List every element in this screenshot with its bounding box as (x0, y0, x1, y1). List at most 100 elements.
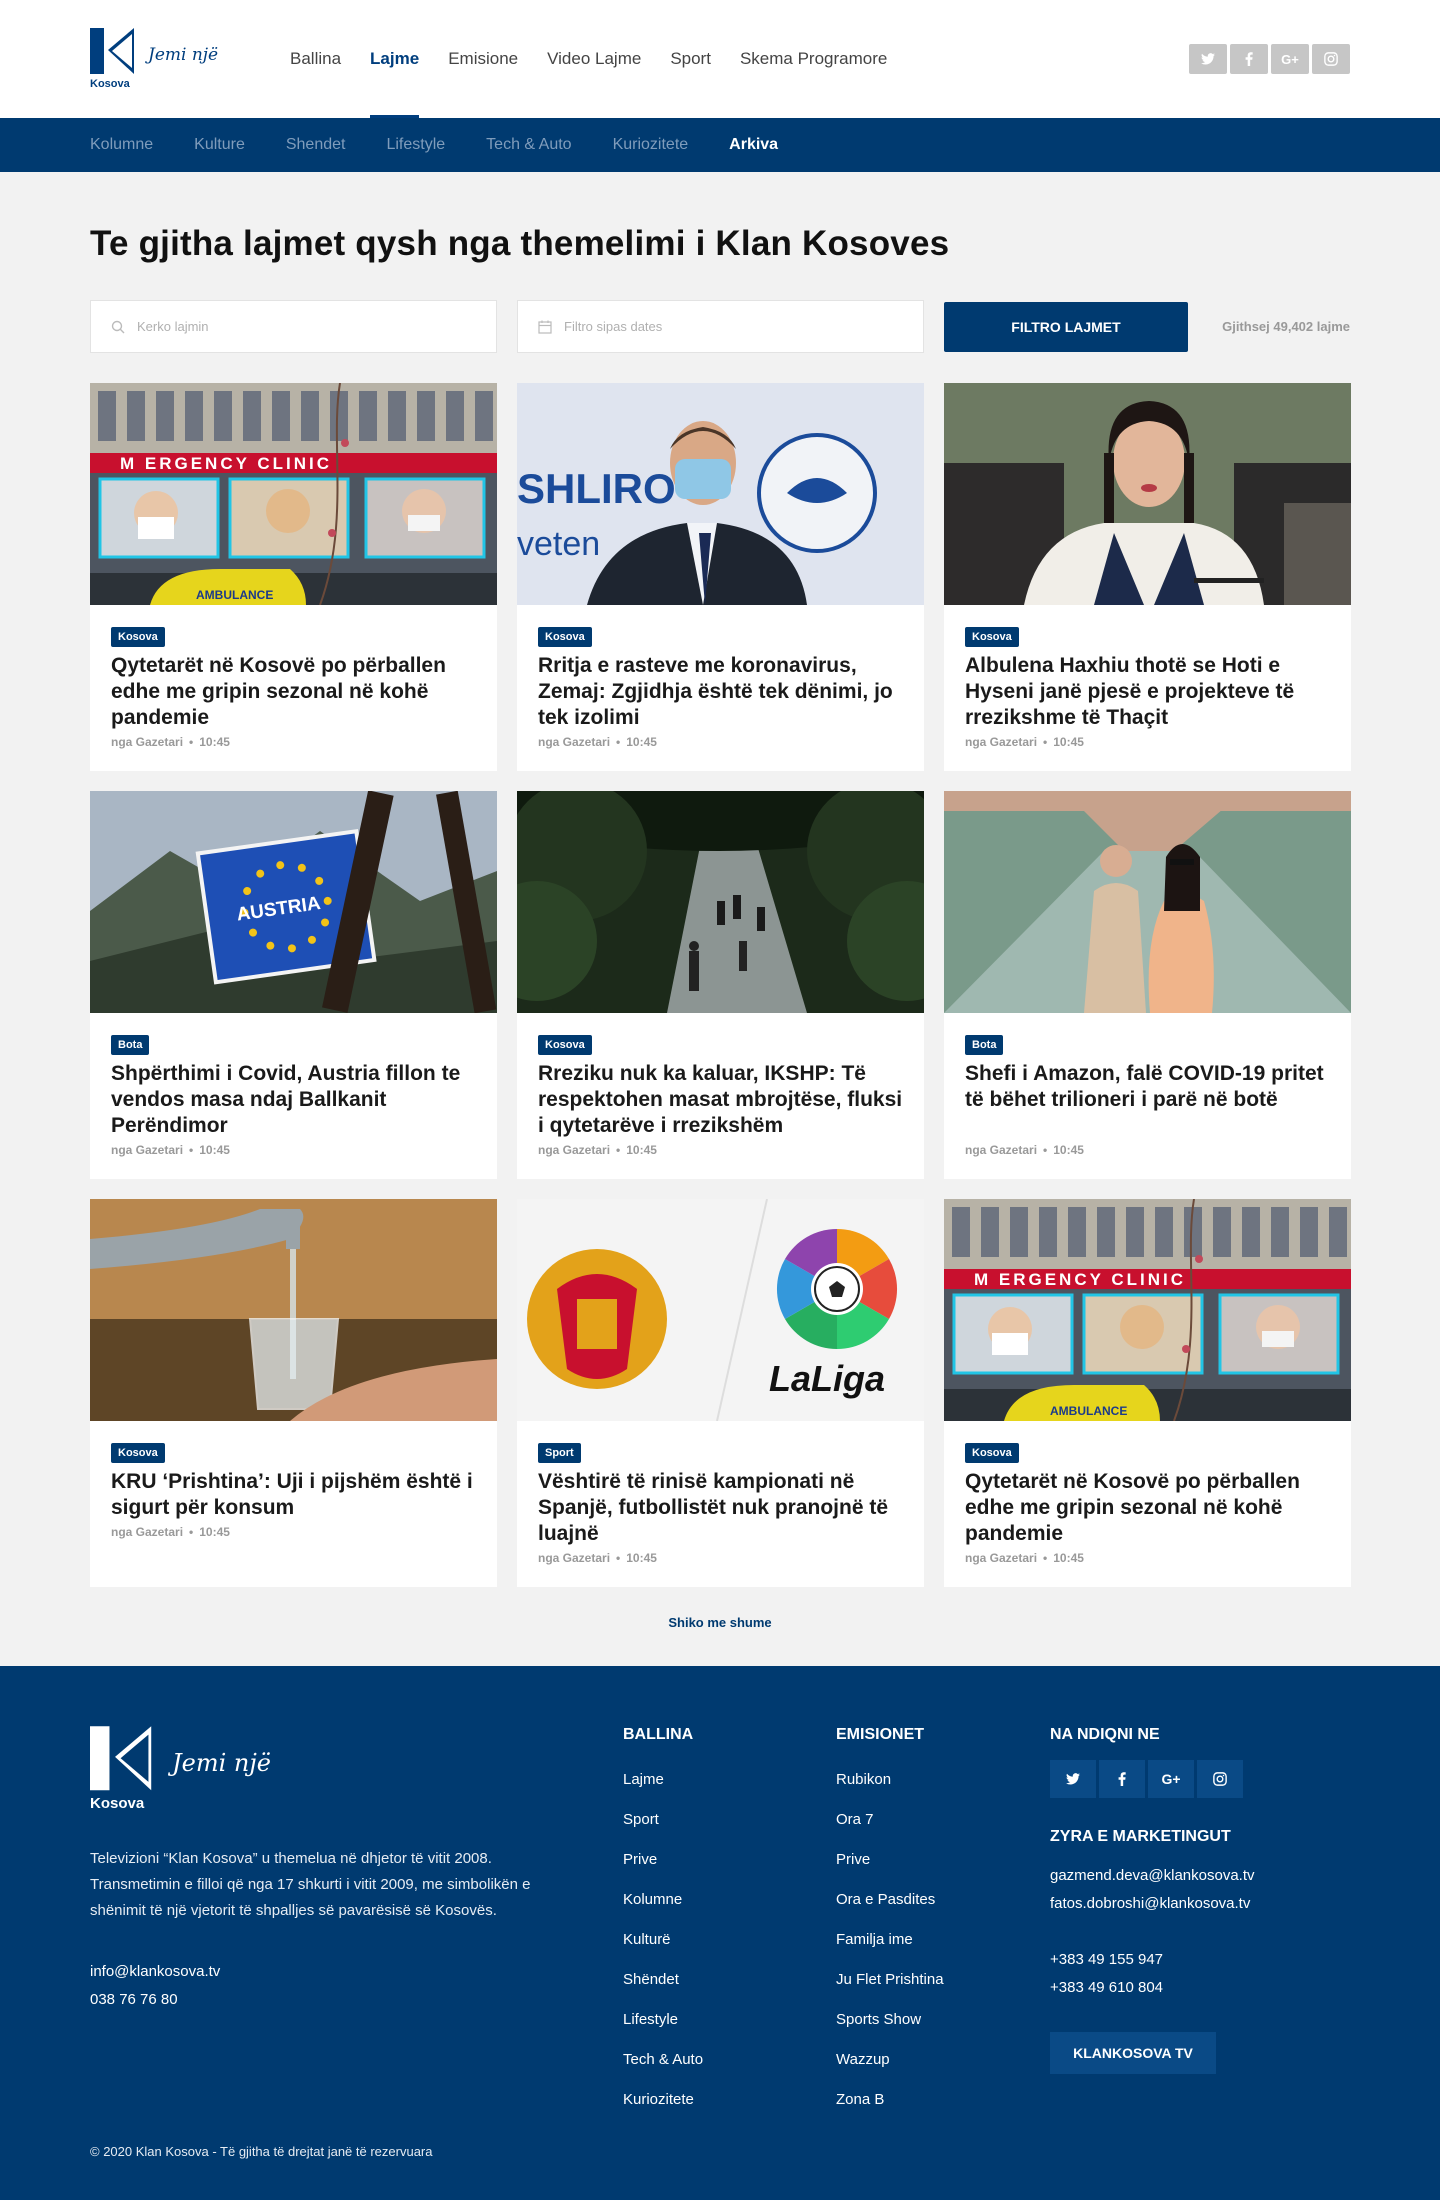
nav-item-emisione[interactable]: Emisione (448, 0, 518, 118)
news-card[interactable]: Kosova KRU ‘Prishtina’: Uji i pijshëm ës… (90, 1199, 497, 1587)
filter-news-button[interactable]: FILTRO LAJMET (944, 301, 1188, 352)
news-card-meta: nga Gazetari • 10:45 (965, 1551, 1084, 1565)
subnav-item-kuriozitete[interactable]: Kuriozitete (613, 136, 689, 154)
footer-link-wazzup[interactable]: Wazzup (836, 2040, 944, 2080)
footer-col-ballina-title[interactable]: BALLINA (623, 1726, 703, 1748)
news-card-title[interactable]: Vështirë të rinisë kampionati në Spanjë,… (538, 1469, 903, 1547)
news-card-title[interactable]: Rreziku nuk ka kaluar, IKSHP: Të respekt… (538, 1061, 903, 1139)
footer-follow-title: NA NDIQNI NE (1050, 1726, 1160, 1743)
nav-item-lajme[interactable]: Lajme (370, 0, 420, 118)
footer-link-rubikon[interactable]: Rubikon (836, 1760, 944, 1800)
footer-link-kuriozitete[interactable]: Kuriozitete (623, 2080, 703, 2120)
twitter-icon[interactable] (1189, 44, 1227, 74)
category-badge[interactable]: Kosova (965, 627, 1019, 647)
footer-link-sport[interactable]: Sport (623, 1800, 703, 1840)
footer-link-kolumne[interactable]: Kolumne (623, 1880, 703, 1920)
footer-link-kultur-[interactable]: Kulturë (623, 1920, 703, 1960)
nav-item-skema-programore[interactable]: Skema Programore (740, 0, 887, 118)
nav-item-ballina[interactable]: Ballina (290, 0, 341, 118)
instagram-icon[interactable] (1312, 44, 1350, 74)
site-header: Kosova Jemi një Ballina Lajme Emisione Vide… (0, 0, 1440, 118)
news-card-author: nga Gazetari (111, 1525, 184, 1539)
nav-item-video-lajme[interactable]: Video Lajme (547, 0, 641, 118)
site-logo[interactable]: Kosova Jemi një (90, 27, 290, 91)
news-card[interactable]: M ERGENCY CLINIC AMBULANCE Kosova Qyteta… (90, 383, 497, 771)
news-card[interactable]: LaLiga Sport Vështirë të rinisë kampiona… (517, 1199, 924, 1587)
twitter-icon[interactable] (1050, 1760, 1096, 1798)
news-card[interactable]: Bota Shefi i Amazon, falë COVID-19 prite… (944, 791, 1351, 1179)
news-card-image[interactable]: M ERGENCY CLINIC AMBULANCE (944, 1199, 1351, 1421)
subnav-item-arkiva[interactable]: Arkiva (729, 136, 778, 154)
footer-link-familja-ime[interactable]: Familja ime (836, 1920, 944, 1960)
news-card[interactable]: M ERGENCY CLINIC AMBULANCE Kosova Qyteta… (944, 1199, 1351, 1587)
subnav-item-shendet[interactable]: Shendet (286, 136, 346, 154)
news-card-image[interactable]: M ERGENCY CLINIC AMBULANCE (90, 383, 497, 605)
news-card-title[interactable]: Shefi i Amazon, falë COVID-19 pritet të … (965, 1061, 1330, 1113)
category-badge[interactable]: Kosova (111, 627, 165, 647)
show-more-link[interactable]: Shiko me shume (90, 1615, 1350, 1630)
news-card[interactable]: AUSTRIA Bota Shpërthimi i Covid, Austria… (90, 791, 497, 1179)
nav-item-sport[interactable]: Sport (670, 0, 711, 118)
category-badge[interactable]: Bota (965, 1035, 1004, 1055)
google-plus-icon[interactable]: G+ (1148, 1760, 1194, 1798)
subnav-item-tech-auto[interactable]: Tech & Auto (486, 136, 571, 154)
news-card[interactable]: SHLIRO veten Kosova Rritja e rasteve me … (517, 383, 924, 771)
news-card-image[interactable] (517, 791, 924, 1013)
main-navigation: Ballina Lajme Emisione Video Lajme Sport Skem… (290, 0, 916, 118)
google-plus-icon[interactable]: G+ (1271, 44, 1309, 74)
news-card-image[interactable] (944, 383, 1351, 605)
footer-marketing-emails: gazmend.deva@klankosova.tv fatos.dobrosh… (1050, 1862, 1255, 1918)
category-badge[interactable]: Bota (111, 1035, 150, 1055)
news-card-title[interactable]: Albulena Haxhiu thotë se Hoti e Hyseni j… (965, 653, 1330, 731)
category-badge[interactable]: Kosova (965, 1443, 1019, 1463)
footer-link-sports-show[interactable]: Sports Show (836, 2000, 944, 2040)
instagram-icon[interactable] (1197, 1760, 1243, 1798)
news-card[interactable]: Kosova Albulena Haxhiu thotë se Hoti e H… (944, 383, 1351, 771)
subnav-item-lifestyle[interactable]: Lifestyle (386, 136, 445, 154)
news-card-image[interactable] (90, 1199, 497, 1421)
footer-link-prive[interactable]: Prive (836, 1840, 944, 1880)
news-card-time: 10:45 (199, 735, 230, 749)
footer-link-ora-7[interactable]: Ora 7 (836, 1800, 944, 1840)
news-card-image[interactable] (944, 791, 1351, 1013)
news-card-image[interactable]: SHLIRO veten (517, 383, 924, 605)
date-filter-input[interactable] (564, 319, 904, 334)
search-input[interactable] (137, 319, 477, 334)
news-card-title[interactable]: Rritja e rasteve me koronavirus, Zemaj: … (538, 653, 903, 731)
footer-link-lajme[interactable]: Lajme (623, 1760, 703, 1800)
news-card-title[interactable]: Qytetarët në Kosovë po përballen edhe me… (965, 1469, 1330, 1547)
footer-link-ju-flet-prishtina[interactable]: Ju Flet Prishtina (836, 1960, 944, 2000)
footer-link-zona-b[interactable]: Zona B (836, 2080, 944, 2120)
footer-link-tech-auto[interactable]: Tech & Auto (623, 2040, 703, 2080)
footer-link-sh-ndet[interactable]: Shëndet (623, 1960, 703, 2000)
news-card-image[interactable]: AUSTRIA (90, 791, 497, 1013)
facebook-icon[interactable] (1099, 1760, 1145, 1798)
footer-link-prive[interactable]: Prive (623, 1840, 703, 1880)
subnav-item-kolumne[interactable]: Kolumne (90, 136, 153, 154)
footer-logo[interactable]: Kosova Jemi një (90, 1726, 271, 1812)
news-card-author: nga Gazetari (538, 1143, 611, 1157)
news-card-title[interactable]: KRU ‘Prishtina’: Uji i pijshëm është i s… (111, 1469, 476, 1521)
news-card[interactable]: Kosova Rreziku nuk ka kaluar, IKSHP: Të … (517, 791, 924, 1179)
facebook-icon[interactable] (1230, 44, 1268, 74)
news-card-title[interactable]: Qytetarët në Kosovë po përballen edhe me… (111, 653, 476, 731)
footer-link-ora-e-pasdites[interactable]: Ora e Pasdites (836, 1880, 944, 1920)
banner-text: SHLIRO (517, 465, 676, 512)
footer-email[interactable]: info@klankosova.tv (90, 1958, 220, 1986)
marketing-email[interactable]: fatos.dobroshi@klankosova.tv (1050, 1890, 1255, 1918)
news-card-image[interactable]: LaLiga (517, 1199, 924, 1421)
news-card-title[interactable]: Shpërthimi i Covid, Austria fillon te ve… (111, 1061, 476, 1139)
news-card-meta: nga Gazetari • 10:45 (111, 735, 230, 749)
subnav-item-kulture[interactable]: Kulture (194, 136, 245, 154)
category-badge[interactable]: Kosova (111, 1443, 165, 1463)
search-field (90, 300, 497, 353)
marketing-email[interactable]: gazmend.deva@klankosova.tv (1050, 1862, 1255, 1890)
category-badge[interactable]: Kosova (538, 627, 592, 647)
klankosova-tv-button[interactable]: KLANKOSOVA TV (1050, 2032, 1216, 2074)
page-title: Te gjitha lajmet qysh nga themelimi i Kl… (90, 224, 950, 263)
news-grid: M ERGENCY CLINIC AMBULANCE Kosova Qyteta… (90, 383, 1351, 1587)
category-badge[interactable]: Sport (538, 1443, 581, 1463)
footer-col-emisionet-title[interactable]: EMISIONET (836, 1726, 944, 1748)
footer-link-lifestyle[interactable]: Lifestyle (623, 2000, 703, 2040)
category-badge[interactable]: Kosova (538, 1035, 592, 1055)
